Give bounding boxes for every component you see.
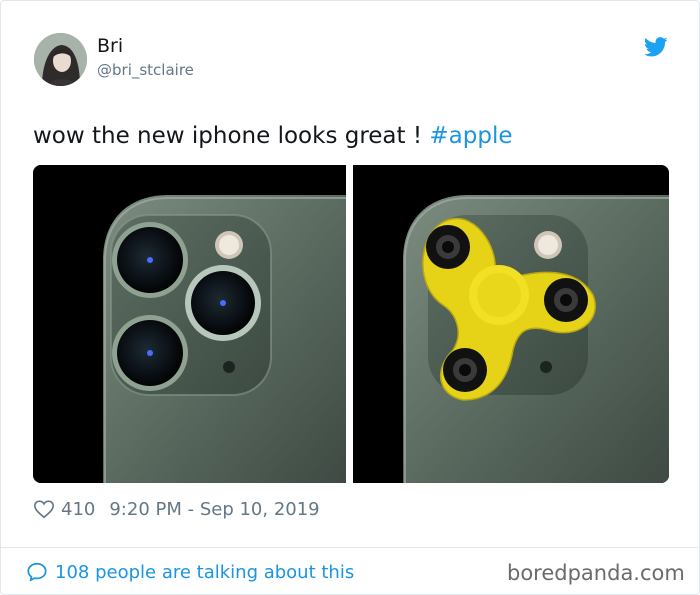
- tweet-body: wow the new iphone looks great !: [33, 123, 430, 149]
- author-handle[interactable]: @bri_stclaire: [97, 61, 194, 79]
- hashtag-link[interactable]: #apple: [429, 123, 512, 149]
- conversation-link[interactable]: 108 people are talking about this: [26, 559, 354, 585]
- tweet-timestamp[interactable]: 9:20 PM - Sep 10, 2019: [109, 499, 319, 520]
- footer-divider: [1, 547, 700, 548]
- twitter-bird-icon[interactable]: [644, 36, 668, 58]
- conversation-text[interactable]: 108 people are talking about this: [55, 562, 354, 583]
- speech-bubble-icon: [27, 562, 47, 582]
- tweet-text: wow the new iphone looks great ! #apple: [33, 123, 513, 149]
- iphone-triple-camera-photo[interactable]: [33, 165, 346, 483]
- avatar[interactable]: [34, 33, 87, 86]
- tweet-card: Bri @bri_stclaire wow the new iphone loo…: [0, 0, 700, 595]
- iphone-fidget-spinner-photo[interactable]: [353, 165, 669, 483]
- author-display-name[interactable]: Bri: [97, 35, 123, 57]
- like-count[interactable]: 410: [61, 499, 95, 520]
- tweet-meta: 410 9:20 PM - Sep 10, 2019: [33, 497, 320, 521]
- heart-icon[interactable]: [33, 498, 55, 520]
- boredpanda-watermark: boredpanda.com: [507, 561, 685, 585]
